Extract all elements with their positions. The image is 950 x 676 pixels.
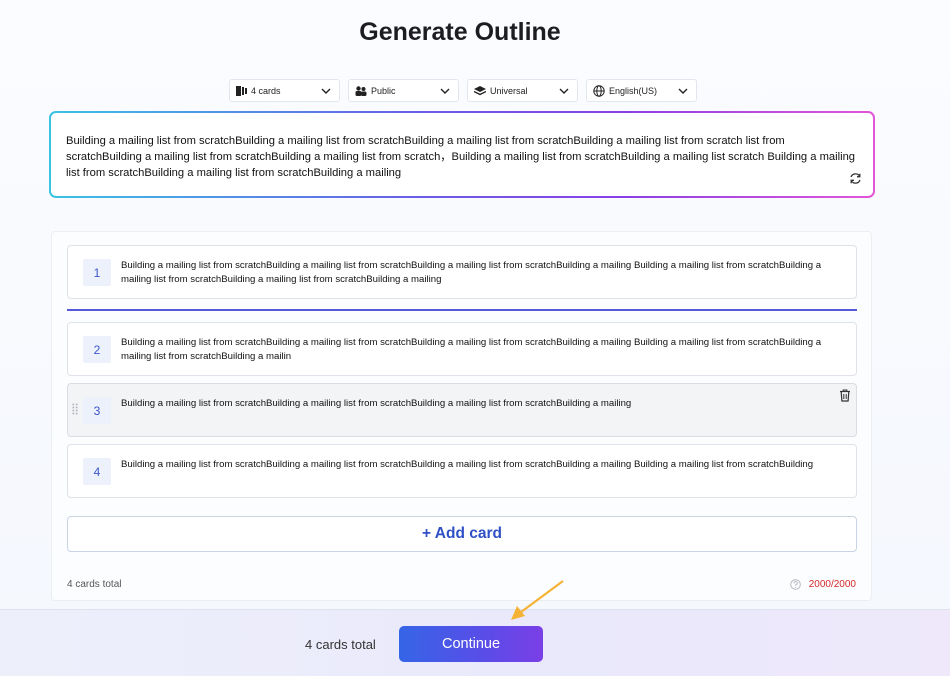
card-text[interactable]: Building a mailing list from scratchBuil… xyxy=(121,458,826,472)
outline-card[interactable]: 4 Building a mailing list from scratchBu… xyxy=(67,444,857,498)
prompt-text: Building a mailing list from scratchBuil… xyxy=(66,135,856,179)
cards-count-value: 4 cards xyxy=(251,85,281,96)
footer-bar: 4 cards total Continue xyxy=(0,609,950,676)
outline-card[interactable]: 2 Building a mailing list from scratchBu… xyxy=(67,322,857,376)
chevron-down-icon xyxy=(440,88,450,94)
card-text[interactable]: Building a mailing list from scratchBuil… xyxy=(121,336,826,364)
cards-count-select[interactable]: 4 cards xyxy=(229,79,340,102)
outline-card[interactable]: 3 Building a mailing list from scratchBu… xyxy=(67,383,857,437)
audience-value: Public xyxy=(371,85,396,96)
prompt-textarea[interactable]: Building a mailing list from scratchBuil… xyxy=(51,113,873,196)
prompt-box: Building a mailing list from scratchBuil… xyxy=(49,111,875,198)
card-number: 2 xyxy=(83,336,111,363)
drop-indicator xyxy=(67,309,857,311)
chevron-down-icon xyxy=(559,88,569,94)
audience-select[interactable]: Public xyxy=(348,79,459,102)
help-circle-icon[interactable] xyxy=(789,579,801,590)
trash-icon[interactable] xyxy=(839,389,851,402)
add-card-button[interactable]: + Add card xyxy=(67,516,857,552)
theme-value: Universal xyxy=(490,85,528,96)
card-text[interactable]: Building a mailing list from scratchBuil… xyxy=(121,259,826,287)
users-icon xyxy=(355,85,367,96)
chevron-down-icon xyxy=(678,88,688,94)
card-number: 1 xyxy=(83,259,111,286)
language-select[interactable]: English(US) xyxy=(586,79,697,102)
language-value: English(US) xyxy=(609,85,658,96)
layers-icon xyxy=(474,85,486,95)
footer-cards-total: 4 cards total xyxy=(305,637,376,652)
arrow-pointer-icon xyxy=(511,580,564,620)
cards-icon xyxy=(236,85,247,96)
card-text[interactable]: Building a mailing list from scratchBuil… xyxy=(121,397,826,411)
theme-select[interactable]: Universal xyxy=(467,79,578,102)
globe-icon xyxy=(593,84,605,97)
page-title: Generate Outline xyxy=(359,18,561,46)
continue-button[interactable]: Continue xyxy=(399,626,543,662)
refresh-icon[interactable] xyxy=(849,172,862,185)
char-count-value: 2000/2000 xyxy=(808,579,856,590)
cards-total-label: 4 cards total xyxy=(67,579,122,590)
outline-card[interactable]: 1 Building a mailing list from scratchBu… xyxy=(67,245,857,299)
chevron-down-icon xyxy=(321,88,331,94)
drag-handle-icon[interactable] xyxy=(72,403,78,415)
settings-bar: 4 cards Public Universal English(US) xyxy=(229,79,697,102)
card-number: 3 xyxy=(83,397,111,424)
character-count: 2000/2000 xyxy=(789,579,856,590)
outline-panel: 1 Building a mailing list from scratchBu… xyxy=(51,231,872,601)
card-number: 4 xyxy=(83,458,111,485)
